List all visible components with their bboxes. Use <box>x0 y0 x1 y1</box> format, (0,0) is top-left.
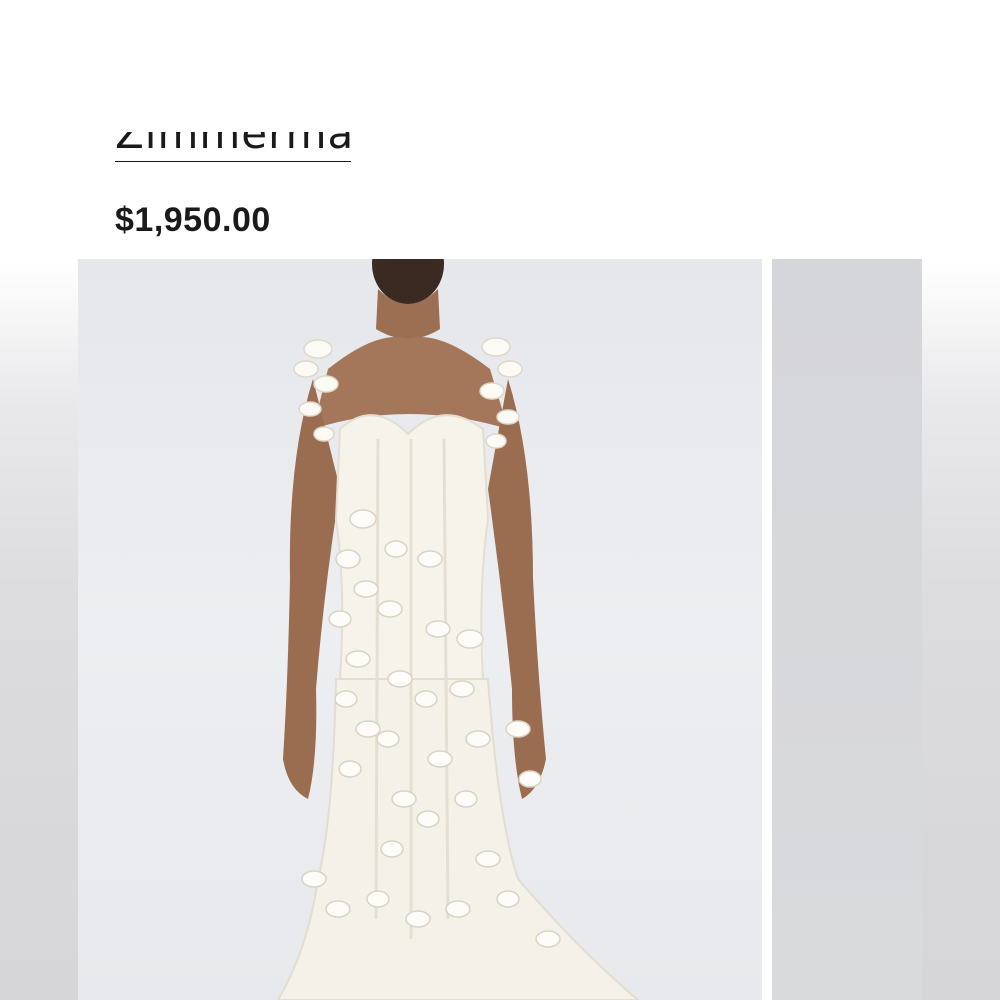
dress-skirt <box>276 678 640 1000</box>
brand-link[interactable]: Zimmermann <box>115 112 355 162</box>
dress-photo <box>276 259 640 1000</box>
model-left-arm <box>283 379 340 799</box>
brand-name: Zimmermann <box>115 112 355 158</box>
product-image-next[interactable] <box>772 259 922 1000</box>
blurred-margin-right <box>922 0 1000 1000</box>
product-price: $1,950.00 <box>115 201 271 239</box>
model-shoulders <box>313 337 508 429</box>
blurred-margin-left <box>0 0 78 1000</box>
brand-underline <box>115 161 351 162</box>
product-image-main[interactable] <box>78 259 762 1000</box>
product-page: Zimmermann $1,950.00 <box>78 0 922 1000</box>
